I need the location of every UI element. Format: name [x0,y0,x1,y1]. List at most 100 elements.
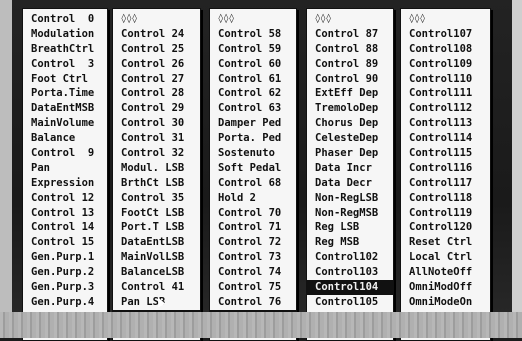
menu-item[interactable]: Pan [23,161,107,176]
menu-item[interactable]: Gen.Purp.1 [23,250,107,265]
menu-item[interactable]: BrthCt LSB [113,176,200,191]
menu-item[interactable]: Porta.Time [23,86,107,101]
menu-item[interactable]: BreathCtrl [23,42,107,57]
scroll-arrow-icon[interactable]: ◊◊◊ [210,12,296,27]
menu-item[interactable]: Control 73 [210,250,296,265]
menu-item[interactable]: OmniModeOn [401,295,490,310]
menu-item[interactable]: Control 70 [210,206,296,221]
menu-item[interactable]: Control 15 [23,235,107,250]
menu-item[interactable]: Control 30 [113,116,200,131]
menu-item[interactable]: Port.T LSB [113,220,200,235]
menu-item[interactable]: Control 41 [113,280,200,295]
menu-item[interactable]: Control108 [401,42,490,57]
menu-item[interactable]: Data Incr [307,161,393,176]
menu-item[interactable]: Control 62 [210,86,296,101]
scroll-arrow-icon[interactable]: ◊◊◊ [401,12,490,27]
menu-item[interactable]: Chorus Dep [307,116,393,131]
menu-item[interactable]: Phaser Dep [307,146,393,161]
menu-item[interactable]: Control118 [401,191,490,206]
monitor-frame-right [512,0,522,338]
menu-item[interactable]: Reg LSB [307,220,393,235]
menu-item[interactable]: Gen.Purp.3 [23,280,107,295]
menu-item[interactable]: Expression [23,176,107,191]
menu-item[interactable]: Control 9 [23,146,107,161]
menu-item[interactable]: Control 88 [307,42,393,57]
menu-item[interactable]: Control 89 [307,57,393,72]
menu-item[interactable]: Control 3 [23,57,107,72]
menu-item[interactable]: Control 24 [113,27,200,42]
menu-item[interactable]: Control 63 [210,101,296,116]
menu-item[interactable]: Gen.Purp.2 [23,265,107,280]
menu-item[interactable]: Reg MSB [307,235,393,250]
menu-item[interactable]: Control 26 [113,57,200,72]
menu-item[interactable]: Non-RegLSB [307,191,393,206]
menu-item[interactable]: Control 31 [113,131,200,146]
menu-item[interactable]: MainVolLSB [113,250,200,265]
menu-item[interactable]: Balance [23,131,107,146]
menu-item[interactable]: Control115 [401,146,490,161]
menu-item[interactable]: Control 68 [210,176,296,191]
menu-item[interactable]: Control 58 [210,27,296,42]
menu-item[interactable]: Control111 [401,86,490,101]
menu-item[interactable]: Control114 [401,131,490,146]
menu-item[interactable]: DataEntMSB [23,101,107,116]
menu-item[interactable]: Reset Ctrl [401,235,490,250]
menu-item[interactable]: Control 28 [113,86,200,101]
menu-item[interactable]: Control 13 [23,206,107,221]
menu-item[interactable]: Control117 [401,176,490,191]
menu-item[interactable]: Control105 [307,295,393,310]
menu-item[interactable]: Control 87 [307,27,393,42]
menu-item[interactable]: Control 0 [23,12,107,27]
menu-item[interactable]: ExtEff Dep [307,86,393,101]
menu-item[interactable]: Control107 [401,27,490,42]
menu-item[interactable]: Control112 [401,101,490,116]
menu-item[interactable]: Non-RegMSB [307,206,393,221]
menu-item[interactable]: Control110 [401,72,490,87]
menu-item[interactable]: Data Decr [307,176,393,191]
menu-item[interactable]: BalanceLSB [113,265,200,280]
scroll-arrow-icon[interactable]: ◊◊◊ [113,12,200,27]
menu-item[interactable]: Control 59 [210,42,296,57]
menu-item[interactable]: Soft Pedal [210,161,296,176]
menu-item[interactable]: Control 35 [113,191,200,206]
menu-item[interactable]: TremoloDep [307,101,393,116]
menu-item[interactable]: AllNoteOff [401,265,490,280]
menu-item[interactable]: Control 12 [23,191,107,206]
menu-item[interactable]: Local Ctrl [401,250,490,265]
menu-item[interactable]: Control 75 [210,280,296,295]
menu-item[interactable]: Control109 [401,57,490,72]
scroll-arrow-icon[interactable]: ◊◊◊ [307,12,393,27]
menu-item[interactable]: Control 60 [210,57,296,72]
menu-item[interactable]: Control 61 [210,72,296,87]
menu-item[interactable]: Control 29 [113,101,200,116]
menu-item-selected[interactable]: Control104 [307,280,393,295]
menu-item[interactable]: Control 32 [113,146,200,161]
menu-item[interactable]: CelesteDep [307,131,393,146]
menu-item[interactable]: Control116 [401,161,490,176]
menu-item[interactable]: Gen.Purp.4 [23,295,107,310]
menu-item[interactable]: Control 90 [307,72,393,87]
menu-item[interactable]: DataEntLSB [113,235,200,250]
menu-item[interactable]: Control119 [401,206,490,221]
menu-item[interactable]: Foot Ctrl [23,72,107,87]
menu-item[interactable]: Control 74 [210,265,296,280]
menu-item[interactable]: Porta. Ped [210,131,296,146]
menu-item[interactable]: Control 71 [210,220,296,235]
menu-item[interactable]: Control 76 [210,295,296,310]
menu-item[interactable]: Control 72 [210,235,296,250]
menu-item[interactable]: Hold 2 [210,191,296,206]
menu-item[interactable]: Control113 [401,116,490,131]
menu-item[interactable]: Modulation [23,27,107,42]
menu-item[interactable]: Damper Ped [210,116,296,131]
menu-item[interactable]: Control103 [307,265,393,280]
menu-item[interactable]: Control 14 [23,220,107,235]
menu-item[interactable]: Control 25 [113,42,200,57]
menu-item[interactable]: Control120 [401,220,490,235]
menu-item[interactable]: FootCt LSB [113,206,200,221]
menu-item[interactable]: Control 27 [113,72,200,87]
menu-item[interactable]: MainVolume [23,116,107,131]
menu-item[interactable]: Sostenuto [210,146,296,161]
menu-item[interactable]: OmniModOff [401,280,490,295]
menu-item[interactable]: Modul. LSB [113,161,200,176]
menu-item[interactable]: Control102 [307,250,393,265]
